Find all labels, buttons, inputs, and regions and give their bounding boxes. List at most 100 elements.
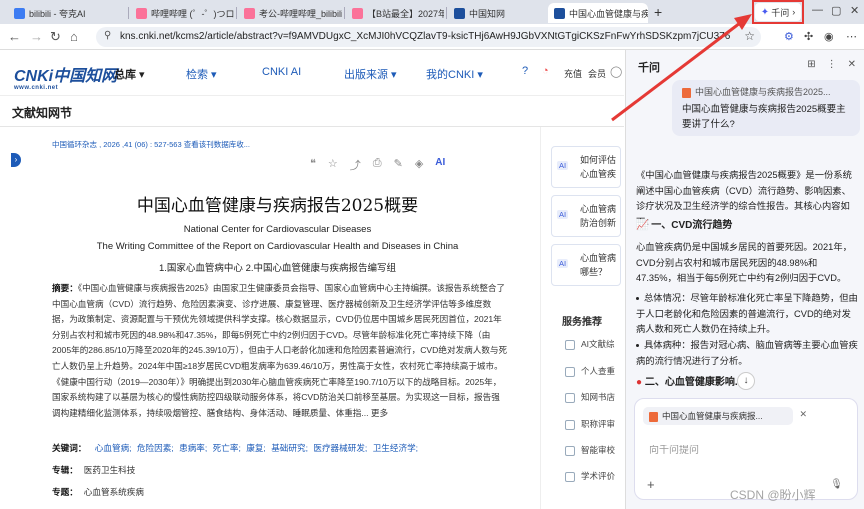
review-icon [565,419,575,430]
user-icon[interactable]: ◯ [610,65,622,78]
chat-input[interactable] [649,445,839,456]
tab-separator [128,7,129,19]
help-icon[interactable]: ? [522,65,528,77]
cnki-logo[interactable]: CNKi中国知网 www.cnki.net [14,62,117,91]
nav-publication-source[interactable]: 出版来源 ▾ [344,66,397,82]
topic-row: 专辑： 医药卫生科技 [52,464,135,476]
menu-icon[interactable]: ⋯ [846,30,857,43]
member-link[interactable]: 会员 [588,67,606,80]
pdf-icon [682,87,691,98]
remove-attachment-icon[interactable]: ✕ [799,409,807,420]
service-item[interactable]: AI文献综 [565,338,615,350]
book-icon [565,392,575,403]
keyword-link[interactable]: 危险因素; [137,443,174,453]
window-close-icon[interactable]: ✕ [850,4,859,17]
card-text: 如何评估心血管疾病对经济学影响？ [580,155,617,179]
nav-my-cnki[interactable]: 我的CNKI ▾ [426,66,483,82]
bulb-icon[interactable]: ◈ [415,157,423,173]
keyword-link[interactable]: 康复; [246,443,266,453]
service-item[interactable]: 职称评审 [565,418,615,430]
reload-icon[interactable]: ↻ [50,29,61,45]
tab-bilibili-quark[interactable]: bilibili - 夸克AI [8,3,126,23]
minimize-icon[interactable]: — [812,4,823,16]
tab-separator [446,7,447,19]
nav-cnki-ai[interactable]: CNKI AI [262,66,301,78]
ai-icon[interactable]: AI [435,157,445,173]
tab-bilibili-2[interactable]: 考公-哔哩哔哩_bilibili [238,3,342,23]
more-icon[interactable]: ⋮ [827,59,837,70]
check-icon [565,366,575,377]
watermark: CSDN @盼小辉 [730,488,816,502]
keyword-link[interactable]: 心血管病; [95,443,132,453]
keyword-link[interactable]: 患病率; [179,443,207,453]
topic-label: 专辑： [52,465,78,475]
topic-value: 医药卫生科技 [83,465,136,475]
panel-actions: ⊞ ⋮ ✕ [807,59,856,70]
subject-label: 专题： [52,487,78,497]
ai-question-card[interactable]: AI 如何评估心血管疾病对经济学影响？ [551,146,621,188]
tab-cnki-article[interactable]: 中国心血管健康与疾 ✕ [548,3,648,23]
new-tab-icon[interactable]: + [654,4,662,20]
ai-question-card[interactable]: AI 心血管病哪些？ [551,244,621,286]
card-text: 心血管病哪些？ [580,253,617,277]
service-item[interactable]: 个人查重 [565,365,615,377]
doc-icon [565,339,575,350]
article-card: › 中国循环杂志 , 2026 ,41 (06) : 527-563 查看该刊数… [11,127,541,509]
puzzle-icon[interactable]: ✣ [804,30,813,43]
journal-info[interactable]: 中国循环杂志 , 2026 ,41 (06) : 527-563 查看该刊数据库… [52,139,250,150]
tab-bilibili-1[interactable]: 哔哩哔哩 (゜-゜)つロ 干 [130,3,234,23]
expand-icon[interactable]: › [11,153,21,167]
chat-input-box: 中国心血管健康与疾病报... ✕ + 🎙 [634,398,858,500]
keyword-link[interactable]: 卫生经济学; [373,443,418,453]
profile-icon[interactable]: ◉ [824,30,834,43]
cnki-icon [454,7,465,19]
author-en[interactable]: National Center for Cardiovascular Disea… [14,224,541,235]
tab-bilibili-3[interactable]: 【B站最全】2027年公 [346,3,444,23]
quote-icon[interactable]: ❝ [310,157,316,173]
share-icon[interactable]: ⤴ [350,157,361,173]
pdf-icon [649,411,658,422]
service-item[interactable]: 知网书店 [565,391,615,403]
affiliations[interactable]: 1.国家心血管病中心 2.中国心血管健康与疾病报告编写组 [14,260,541,274]
referenced-file[interactable]: 中国心血管健康与疾病报告2025... [682,85,831,98]
tab-separator [344,7,345,19]
tab-cnki[interactable]: 中国知网 [448,3,544,23]
abstract-label: 摘要： [52,283,78,293]
qwen-side-panel: 千问 ⊞ ⋮ ✕ 中国心血管健康与疾病报告2025... 中国心血管健康与疾病报… [625,50,864,509]
keywords-row: 关键词： 心血管病; 危险因素; 患病率; 死亡率; 康复; 基础研究; 医疗器… [52,442,421,454]
forward-icon[interactable]: → [30,29,43,44]
chart-icon: 📈 [636,220,652,231]
tab-separator [236,7,237,19]
print-icon[interactable]: ⎙ [373,157,382,173]
bookmark-star-icon[interactable]: ☆ [744,29,755,43]
maximize-icon[interactable]: ▢ [831,4,841,17]
scroll-down-icon[interactable]: ↓ [737,372,755,390]
keyword-link[interactable]: 医疗器械研发; [313,443,367,453]
nav-library[interactable]: 总库 ▾ [114,66,145,82]
url-field[interactable]: ⚲ kns.cnki.net/kcms2/article/abstract?v=… [96,27,761,47]
bullet-dot [636,344,639,348]
back-icon[interactable]: ← [8,29,21,44]
recharge-link[interactable]: 充值 [564,67,582,80]
service-item[interactable]: 智能审校 [565,444,615,456]
bilibili-icon [352,7,363,19]
site-info-icon[interactable]: ⚲ [104,30,111,41]
close-panel-icon[interactable]: ✕ [848,59,856,70]
keyword-link[interactable]: 基础研究; [271,443,308,453]
attached-file-chip[interactable]: 中国心血管健康与疾病报... ✕ [643,407,807,425]
keyword-link[interactable]: 死亡率; [213,443,241,453]
service-item[interactable]: 学术评价 [565,470,615,482]
ai-badge: AI [557,259,569,268]
bell-icon[interactable]: ◔ [542,65,549,77]
ai-question-card[interactable]: AI 心血管病防治创新与进展？ [551,195,621,237]
note-icon[interactable]: ✎ [394,157,403,173]
extension-icon[interactable]: ⚙ [784,30,794,43]
add-icon[interactable]: + [647,477,655,492]
tab-label: 中国心血管健康与疾 [569,8,648,19]
favorite-icon[interactable]: ☆ [328,157,338,173]
nav-search[interactable]: 检索 ▾ [186,66,217,82]
new-chat-icon[interactable]: ⊞ [807,59,815,70]
writing-committee-en[interactable]: The Writing Committee of the Report on C… [14,241,541,252]
home-icon[interactable]: ⌂ [70,29,78,44]
mic-icon[interactable]: 🎙 [830,479,843,490]
